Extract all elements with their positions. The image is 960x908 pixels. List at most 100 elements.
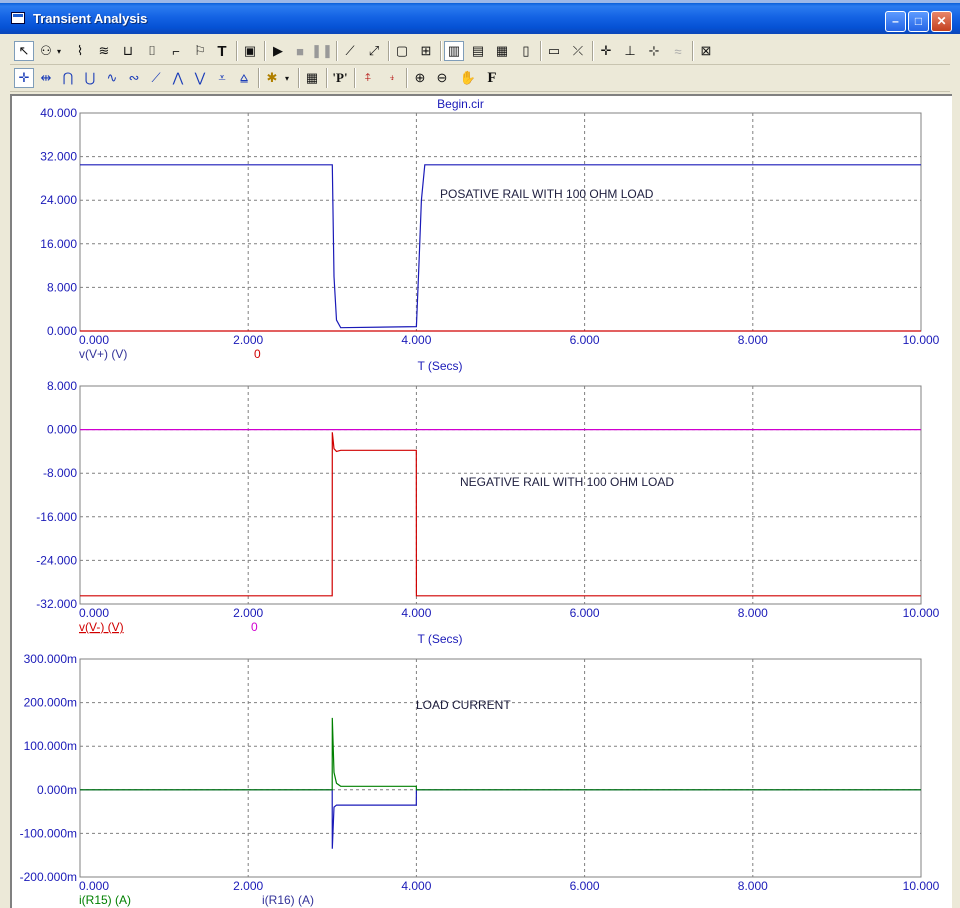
p-label-icon[interactable]: 'P' [330, 68, 350, 88]
maximize-button[interactable]: □ [908, 11, 929, 32]
y-tick-label: 16.000 [40, 237, 77, 251]
y-tick-label: -32.000 [36, 597, 77, 611]
y-tick-label: 40.000 [40, 106, 77, 120]
tag-icon[interactable]: ⊥ [620, 41, 640, 61]
x-tick-label: 6.000 [570, 606, 600, 620]
x-tick-label: 6.000 [570, 333, 600, 347]
crosshair-icon[interactable]: ✛ [14, 68, 34, 88]
y-tick-label: 24.000 [40, 193, 77, 207]
toolbar-scope: ✛ ⇹ ⋂ ⋃ ∿ ∾ ⟋ ⋀ ⋁ ⩡ ⩠ ✱ ▾ ▦ 'P' ⍏ ⍖ ⊕ ⊖ … [10, 65, 950, 92]
next-simulation-icon[interactable]: ⍏ [358, 68, 378, 88]
plots-canvas[interactable]: 0.000 2.000 4.000 6.000 8.000 10.000 0.000 8.00… [0, 94, 952, 908]
y-tick-label: -8.000 [43, 466, 77, 480]
box-icon[interactable]: ▢ [392, 41, 412, 61]
toolbar-separator [326, 68, 328, 88]
scope-icon[interactable]: ✛ [596, 41, 616, 61]
pause-icon[interactable]: ❚❚ [311, 41, 333, 61]
component-icon[interactable]: ⚇ [36, 41, 56, 61]
y-tick-label: 200.000m [24, 696, 77, 710]
close-button[interactable]: ✕ [931, 11, 952, 32]
axis-icon[interactable]: ▭ [544, 41, 564, 61]
cursor-horizontal-icon[interactable]: ⇹ [36, 68, 56, 88]
text-t-icon[interactable]: T [212, 41, 232, 61]
x-tick-label: 0.000 [79, 606, 109, 620]
toolbar-separator [592, 41, 594, 61]
font-icon[interactable]: F [482, 68, 502, 88]
flag-icon[interactable]: ⚐ [190, 41, 210, 61]
fall-icon[interactable]: ⋁ [190, 68, 210, 88]
x-tick-label: 4.000 [401, 879, 431, 893]
tag2-icon[interactable]: ⊹ [644, 41, 664, 61]
x-tick-label: 10.000 [903, 879, 940, 893]
toolbar-separator [388, 41, 390, 61]
stop-icon[interactable]: ■ [290, 41, 310, 61]
x-tick-label: 0.000 [79, 879, 109, 893]
label-icon[interactable]: ⌐ [166, 41, 186, 61]
transient-analysis-window: Transient Analysis – □ ✕ ↖ ⚇ ▾ ⌇ ≋ ⊔ ⌷ ⌐… [0, 0, 960, 908]
line-icon[interactable]: ⟋ [340, 41, 360, 61]
cursor-icon[interactable]: ⤫ [568, 41, 588, 61]
peak-icon[interactable]: ≈ [668, 41, 688, 61]
y-tick-label: -24.000 [36, 553, 77, 567]
peak-icon[interactable]: ⋂ [58, 68, 78, 88]
high-icon[interactable]: ∿ [102, 68, 122, 88]
text-icon[interactable]: ⌷ [142, 41, 162, 61]
minimize-button[interactable]: – [885, 11, 906, 32]
toolbar-separator [440, 41, 442, 61]
title-bar[interactable]: Transient Analysis – □ ✕ [0, 0, 960, 34]
bus-icon[interactable]: ≋ [94, 41, 114, 61]
maximize-icon: □ [914, 14, 923, 28]
node-icon[interactable]: ⊔ [118, 41, 138, 61]
diagonal-line-icon[interactable]: ⤢ [364, 41, 384, 61]
chart-annotation: POSATIVE RAIL WITH 100 OHM LOAD [440, 187, 654, 201]
properties-icon[interactable]: ⊠ [696, 41, 716, 61]
toolbar-main: ↖ ⚇ ▾ ⌇ ≋ ⊔ ⌷ ⌐ ⚐ T ▣ ▶ ■ ❚❚ ⟋ ⤢ ▢ ⊞ ▥ ▤… [10, 38, 950, 65]
run-icon[interactable]: ▶ [268, 41, 288, 61]
low-icon[interactable]: ∾ [124, 68, 144, 88]
y-tick-label: 100.000m [24, 739, 77, 753]
color-icon[interactable]: ✱ [262, 68, 282, 88]
valley-icon[interactable]: ⋃ [80, 68, 100, 88]
toolbar-separator [298, 68, 300, 88]
legend-entry: v(V-) (V) [79, 620, 124, 634]
toolbar-separator [258, 68, 260, 88]
prev-simulation-icon[interactable]: ⍖ [382, 68, 402, 88]
dropdown-icon[interactable]: ▾ [282, 68, 292, 88]
vertical-grid-icon[interactable]: ▥ [444, 41, 464, 61]
y-tick-label: 0.000m [37, 783, 77, 797]
toolbar-separator [540, 41, 542, 61]
zoom-out-icon[interactable]: ⊖ [432, 68, 452, 88]
chart-title: Begin.cir [437, 97, 484, 111]
minimize-icon: – [892, 14, 899, 28]
x-tick-label: 0.000 [79, 333, 109, 347]
page-icon[interactable]: ▣ [240, 41, 260, 61]
x-tick-label: 4.000 [401, 606, 431, 620]
x-tick-label: 4.000 [401, 333, 431, 347]
y-tick-label: 0.000 [47, 423, 77, 437]
toolbar-separator [264, 41, 266, 61]
global-low-icon[interactable]: ⩠ [234, 68, 254, 88]
x-tick-label: 6.000 [570, 879, 600, 893]
minor-grid-icon[interactable]: ▦ [492, 41, 512, 61]
select-arrow-icon[interactable]: ↖ [14, 41, 34, 61]
dropdown-icon[interactable]: ▾ [54, 41, 64, 61]
toolbar-separator [354, 68, 356, 88]
inflection-icon[interactable]: ⟋ [146, 68, 166, 88]
wire-icon[interactable]: ⌇ [70, 41, 90, 61]
y-tick-label: -100.000m [20, 826, 77, 840]
x-axis-label: T (Secs) [417, 359, 462, 373]
x-tick-label: 8.000 [738, 879, 768, 893]
data-table-icon[interactable]: ▦ [302, 68, 322, 88]
x-tick-label: 2.000 [233, 879, 263, 893]
y-tick-label: -16.000 [36, 510, 77, 524]
major-grid-icon[interactable]: ▯ [516, 41, 536, 61]
y-tick-label: 8.000 [47, 280, 77, 294]
y-tick-label: 300.000m [24, 652, 77, 666]
grid-icon[interactable]: ⊞ [416, 41, 436, 61]
horizontal-grid-icon[interactable]: ▤ [468, 41, 488, 61]
rise-icon[interactable]: ⋀ [168, 68, 188, 88]
global-high-icon[interactable]: ⩡ [212, 68, 232, 88]
zoom-in-icon[interactable]: ⊕ [410, 68, 430, 88]
toolbar-separator [336, 41, 338, 61]
pan-icon[interactable]: ✋ [458, 68, 478, 88]
